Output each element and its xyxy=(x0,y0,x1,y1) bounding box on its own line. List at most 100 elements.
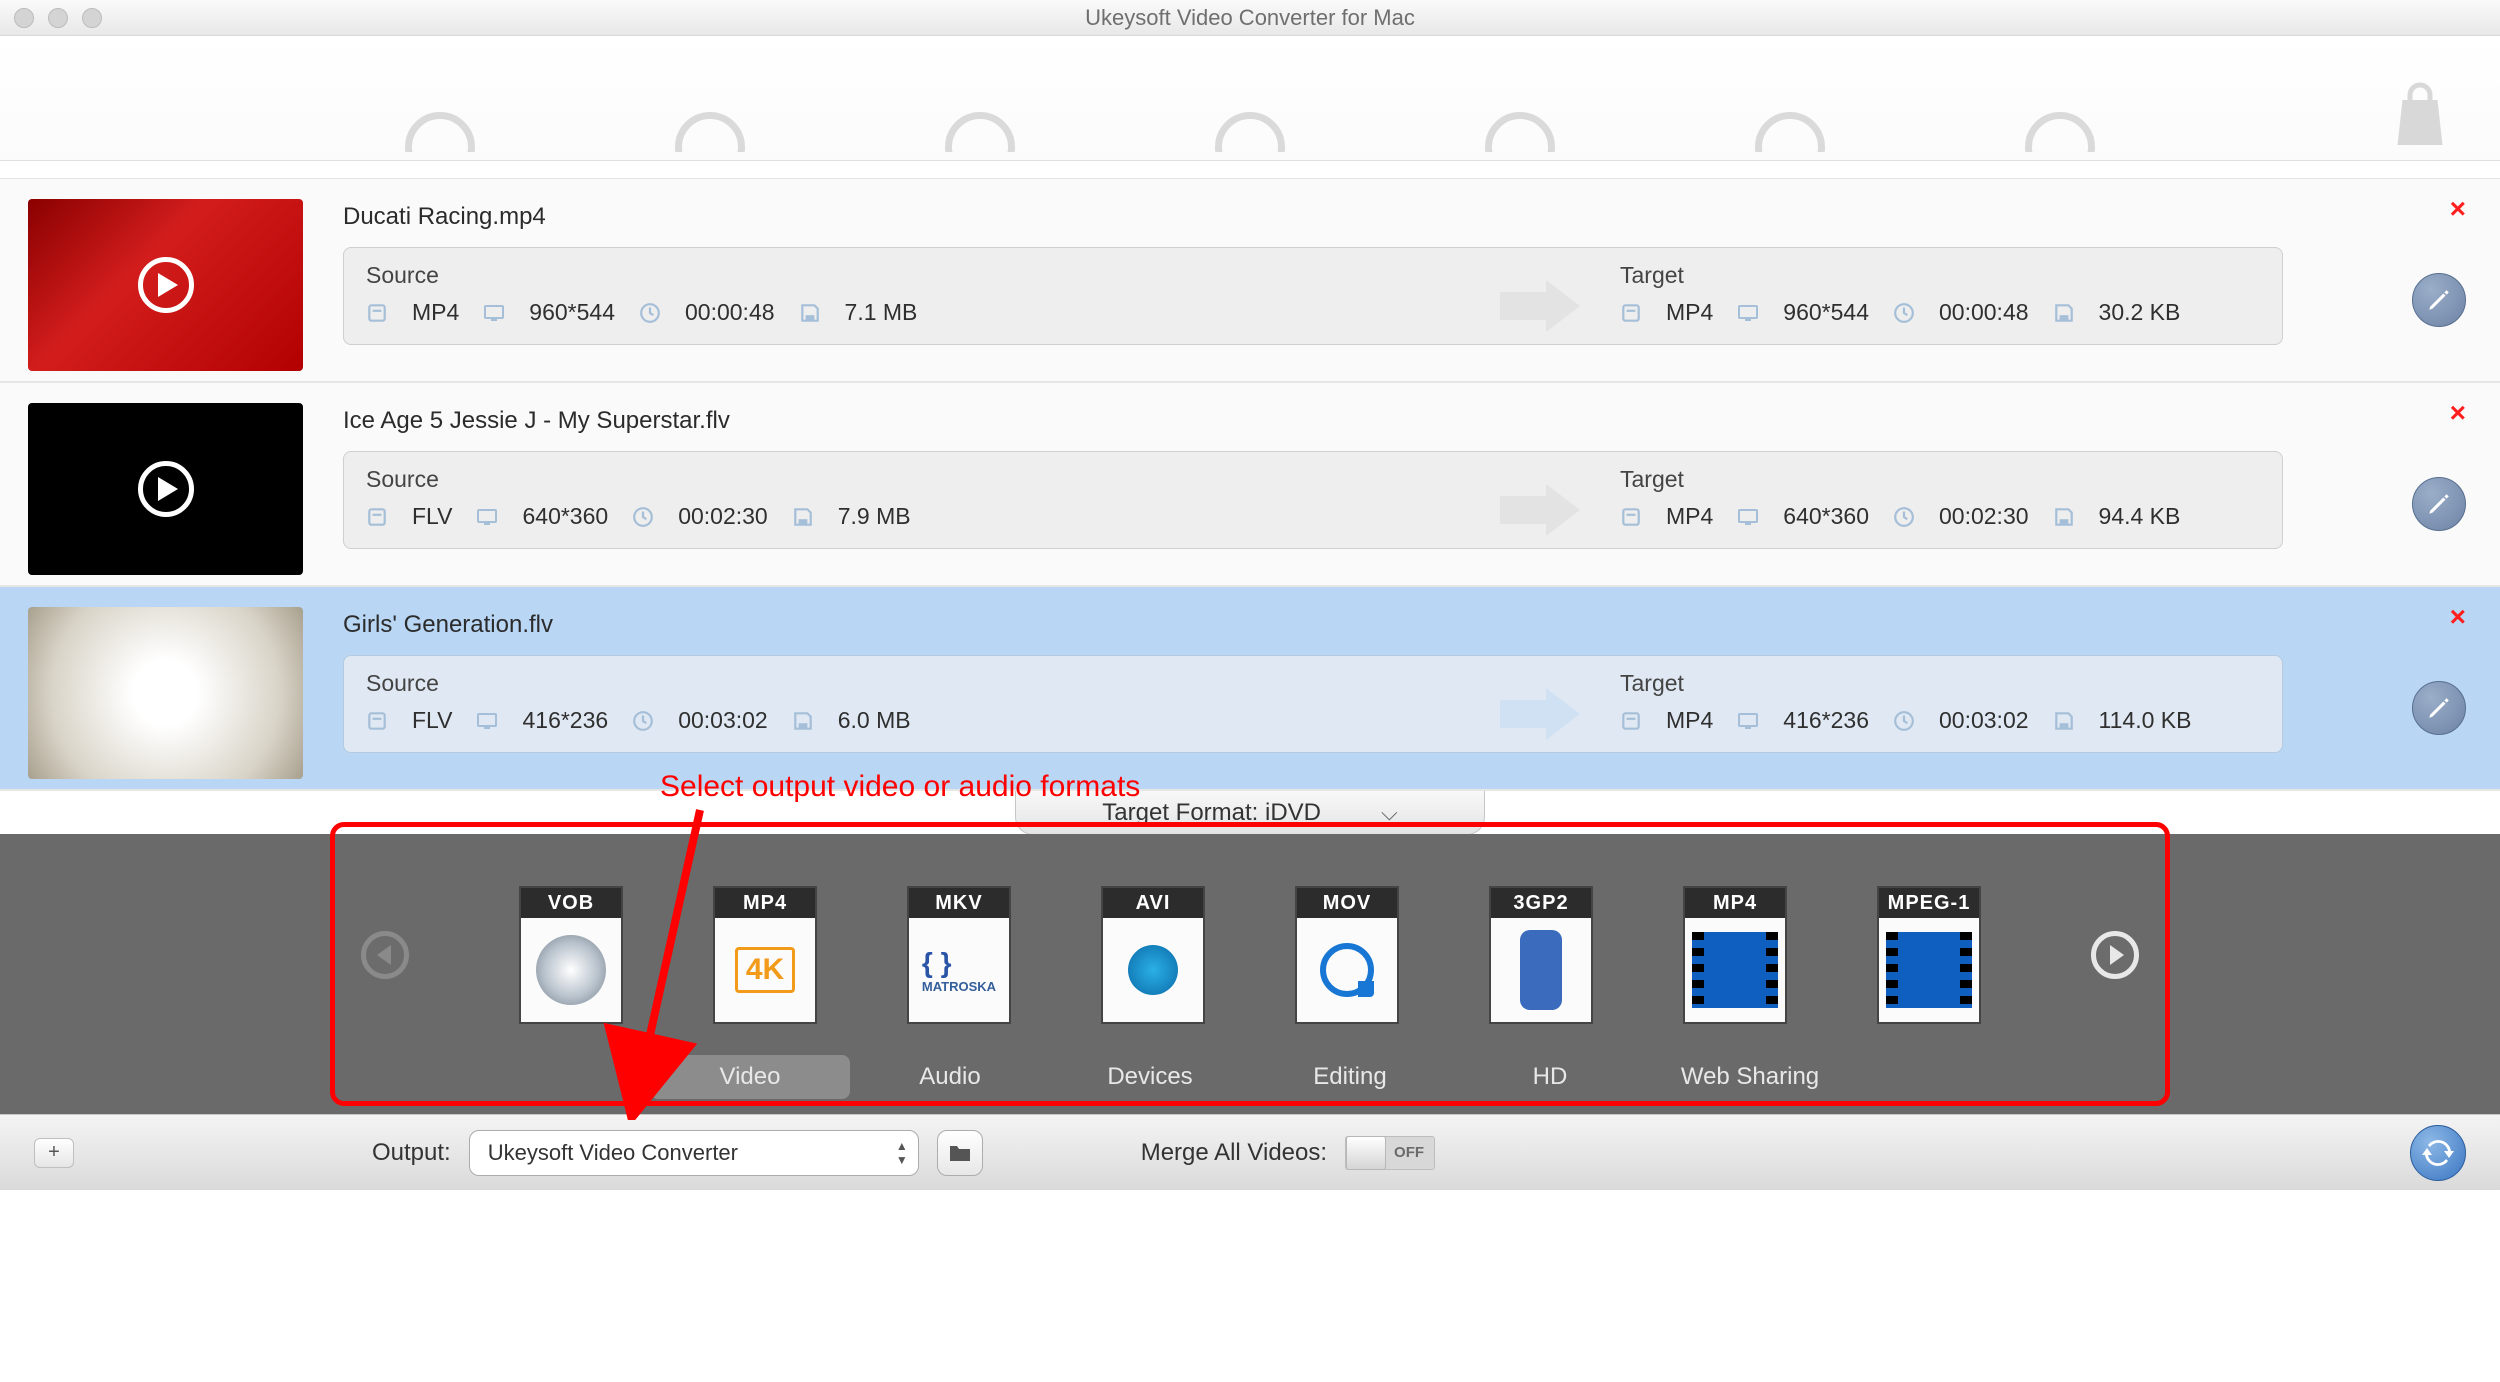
target-resolution: 640*360 xyxy=(1783,503,1869,530)
add-small-button[interactable]: + xyxy=(34,1138,74,1168)
target-label: Target xyxy=(1620,262,2260,289)
format-icon xyxy=(366,506,388,528)
target-label: Target xyxy=(1620,466,2260,493)
target-format-bar: Target Format: iDVD ⌵ xyxy=(0,791,2500,835)
source-label: Source xyxy=(366,670,1470,697)
target-label: Target xyxy=(1620,670,2260,697)
source-format: MP4 xyxy=(412,299,459,326)
format-icon xyxy=(521,918,621,1022)
resolution-icon xyxy=(1737,710,1759,732)
format-icon xyxy=(1879,918,1979,1022)
divider xyxy=(0,161,2500,179)
format-code: MKV xyxy=(909,888,1009,918)
format-tab-video[interactable]: Video xyxy=(650,1055,850,1099)
format-icon xyxy=(1620,710,1642,732)
format-code: MP4 xyxy=(715,888,815,918)
format-icon xyxy=(1297,918,1397,1022)
format-tile-mp4[interactable]: MP4 4K xyxy=(713,886,817,1024)
play-icon[interactable] xyxy=(138,461,194,517)
toggle-state: OFF xyxy=(1394,1144,1424,1161)
resolution-icon xyxy=(1737,506,1759,528)
convert-all-button[interactable] xyxy=(2410,1125,2466,1181)
format-icon xyxy=(1620,506,1642,528)
format-tile-mp4[interactable]: MP4 xyxy=(1683,886,1787,1024)
source-size: 7.9 MB xyxy=(838,503,911,530)
format-code: AVI xyxy=(1103,888,1203,918)
edit-row-button[interactable] xyxy=(2412,681,2466,735)
size-icon xyxy=(792,506,814,528)
source-size: 7.1 MB xyxy=(845,299,918,326)
format-scroll-left[interactable] xyxy=(361,931,409,979)
format-tile-avi[interactable]: AVI xyxy=(1101,886,1205,1024)
duration-icon xyxy=(1893,710,1915,732)
remove-row-button[interactable]: × xyxy=(2450,397,2466,429)
size-icon xyxy=(792,710,814,732)
source-duration: 00:02:30 xyxy=(678,503,768,530)
target-duration: 00:03:02 xyxy=(1939,707,2029,734)
source-resolution: 640*360 xyxy=(522,503,608,530)
output-path-select[interactable]: Ukeysoft Video Converter ▲▼ xyxy=(469,1130,919,1176)
format-icon xyxy=(1620,302,1642,324)
source-duration: 00:03:02 xyxy=(678,707,768,734)
merge-toggle[interactable]: OFF xyxy=(1345,1136,1435,1170)
target-format: MP4 xyxy=(1666,299,1713,326)
format-scroll-right[interactable] xyxy=(2091,931,2139,979)
target-duration: 00:00:48 xyxy=(1939,299,2029,326)
format-code: MP4 xyxy=(1685,888,1785,918)
shop-icon[interactable] xyxy=(2390,80,2450,150)
format-icon: 4K xyxy=(715,918,815,1022)
play-icon[interactable] xyxy=(138,257,194,313)
format-icon xyxy=(1491,918,1591,1022)
format-tile-mov[interactable]: MOV xyxy=(1295,886,1399,1024)
bottom-bar: + Output: Ukeysoft Video Converter ▲▼ Me… xyxy=(0,1114,2500,1190)
target-format: MP4 xyxy=(1666,503,1713,530)
format-tab-audio[interactable]: Audio xyxy=(850,1055,1050,1099)
format-tab-devices[interactable]: Devices xyxy=(1050,1055,1250,1099)
source-duration: 00:00:48 xyxy=(685,299,775,326)
format-tab-hd[interactable]: HD xyxy=(1450,1055,1650,1099)
resolution-icon xyxy=(483,302,505,324)
format-tab-editing[interactable]: Editing xyxy=(1250,1055,1450,1099)
merge-label: Merge All Videos: xyxy=(1141,1139,1327,1167)
open-output-folder-button[interactable] xyxy=(937,1130,983,1176)
video-thumbnail[interactable] xyxy=(28,607,303,779)
select-stepper-icon: ▲▼ xyxy=(896,1139,908,1167)
duration-icon xyxy=(1893,506,1915,528)
convert-arrow-icon xyxy=(1500,286,1590,326)
size-icon xyxy=(2053,710,2075,732)
video-row[interactable]: Ducati Racing.mp4 Source MP4 960*544 00:… xyxy=(0,179,2500,383)
target-duration: 00:02:30 xyxy=(1939,503,2029,530)
video-thumbnail[interactable] xyxy=(28,199,303,371)
video-info-panel: Source FLV 640*360 00:02:30 7.9 MB Targe… xyxy=(343,451,2283,549)
edit-row-button[interactable] xyxy=(2412,477,2466,531)
resolution-icon xyxy=(1737,302,1759,324)
format-tile-vob[interactable]: VOB xyxy=(519,886,623,1024)
remove-row-button[interactable]: × xyxy=(2450,193,2466,225)
annotation-text: Select output video or audio formats xyxy=(660,770,1140,804)
size-icon xyxy=(2053,506,2075,528)
format-code: MPEG-1 xyxy=(1879,888,1979,918)
video-row[interactable]: Girls' Generation.flv Source FLV 416*236… xyxy=(0,587,2500,791)
output-path-value: Ukeysoft Video Converter xyxy=(488,1140,738,1166)
source-format: FLV xyxy=(412,503,452,530)
play-icon[interactable] xyxy=(138,665,194,721)
format-tile-3gp2[interactable]: 3GP2 xyxy=(1489,886,1593,1024)
window-titlebar: Ukeysoft Video Converter for Mac xyxy=(0,0,2500,36)
source-format: FLV xyxy=(412,707,452,734)
edit-row-button[interactable] xyxy=(2412,273,2466,327)
chevron-down-icon: ⌵ xyxy=(1381,800,1398,826)
format-tab-web-sharing[interactable]: Web Sharing xyxy=(1650,1055,1850,1099)
duration-icon xyxy=(1893,302,1915,324)
format-tile-mpeg-1[interactable]: MPEG-1 xyxy=(1877,886,1981,1024)
format-tile-mkv[interactable]: MKV { }MATROSKA xyxy=(907,886,1011,1024)
format-icon: { }MATROSKA xyxy=(909,918,1009,1022)
resolution-icon xyxy=(476,710,498,732)
video-info-panel: Source FLV 416*236 00:03:02 6.0 MB Targe… xyxy=(343,655,2283,753)
size-icon xyxy=(2053,302,2075,324)
video-row[interactable]: Ice Age 5 Jessie J - My Superstar.flv So… xyxy=(0,383,2500,587)
convert-arrow-icon xyxy=(1500,694,1590,734)
video-thumbnail[interactable] xyxy=(28,403,303,575)
toggle-knob xyxy=(1346,1136,1386,1170)
remove-row-button[interactable]: × xyxy=(2450,601,2466,633)
video-filename: Girls' Generation.flv xyxy=(343,611,2472,639)
